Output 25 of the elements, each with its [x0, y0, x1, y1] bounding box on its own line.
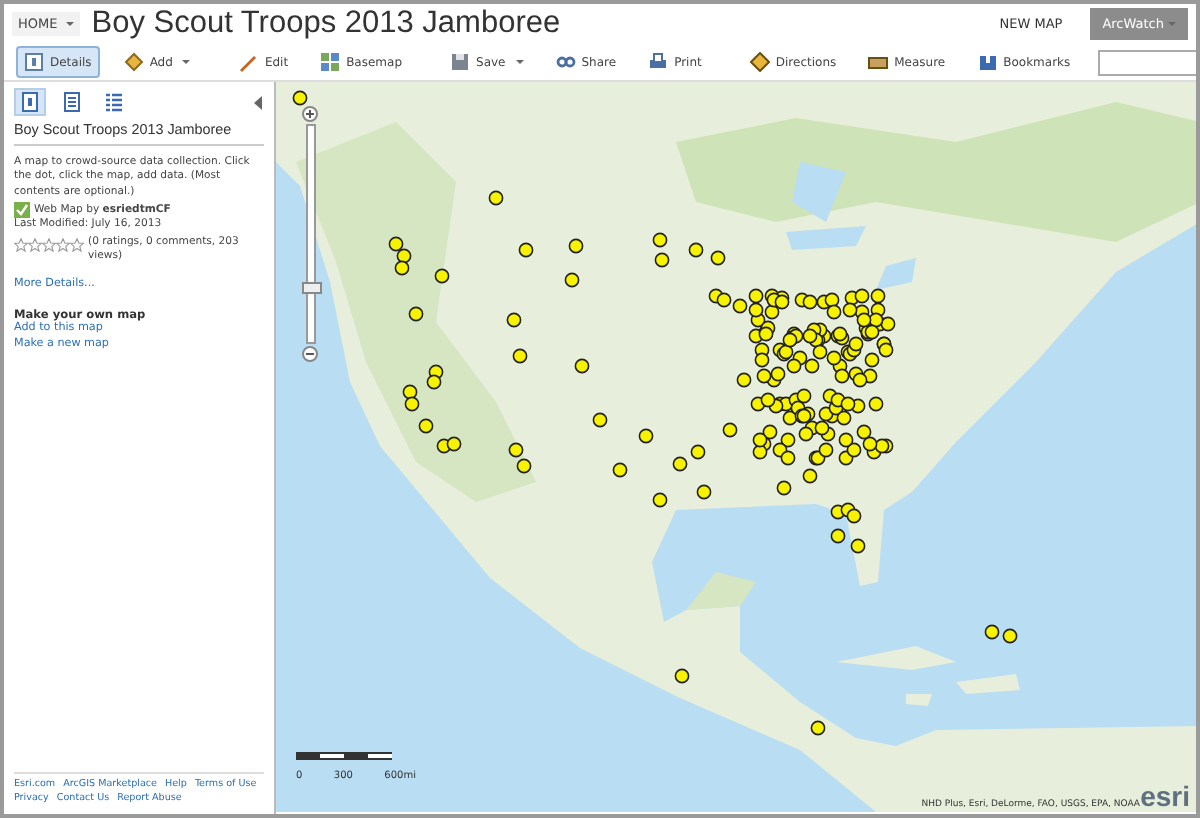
- measure-icon: [868, 52, 889, 72]
- caret-icon: [65, 22, 74, 26]
- map-title: Boy Scout Troops 2013 Jamboree: [91, 6, 561, 42]
- web-map-icon: [14, 202, 30, 219]
- content-icon: [62, 92, 82, 112]
- edit-icon: [238, 52, 259, 72]
- share-icon: [555, 52, 576, 72]
- zoom-slider-thumb[interactable]: [301, 282, 321, 294]
- zoom-in-icon[interactable]: [302, 106, 318, 122]
- directions-icon: [749, 52, 770, 72]
- esri-logo: esri: [1140, 780, 1190, 812]
- about-tab[interactable]: [14, 88, 46, 116]
- caret-icon: [1168, 22, 1176, 26]
- add-icon: [123, 52, 144, 72]
- print-icon: [648, 52, 669, 72]
- collapse-icon[interactable]: [254, 95, 264, 109]
- scale-bar-icon: [296, 752, 392, 760]
- about-icon: [20, 92, 40, 112]
- rating-stars[interactable]: [14, 237, 84, 252]
- legend-icon: [104, 92, 124, 112]
- save-icon: [450, 52, 471, 72]
- zoom-out-icon[interactable]: [302, 346, 318, 362]
- bookmarks-icon: [977, 52, 998, 72]
- basemap-icon: [320, 52, 341, 72]
- details-icon: [24, 52, 44, 72]
